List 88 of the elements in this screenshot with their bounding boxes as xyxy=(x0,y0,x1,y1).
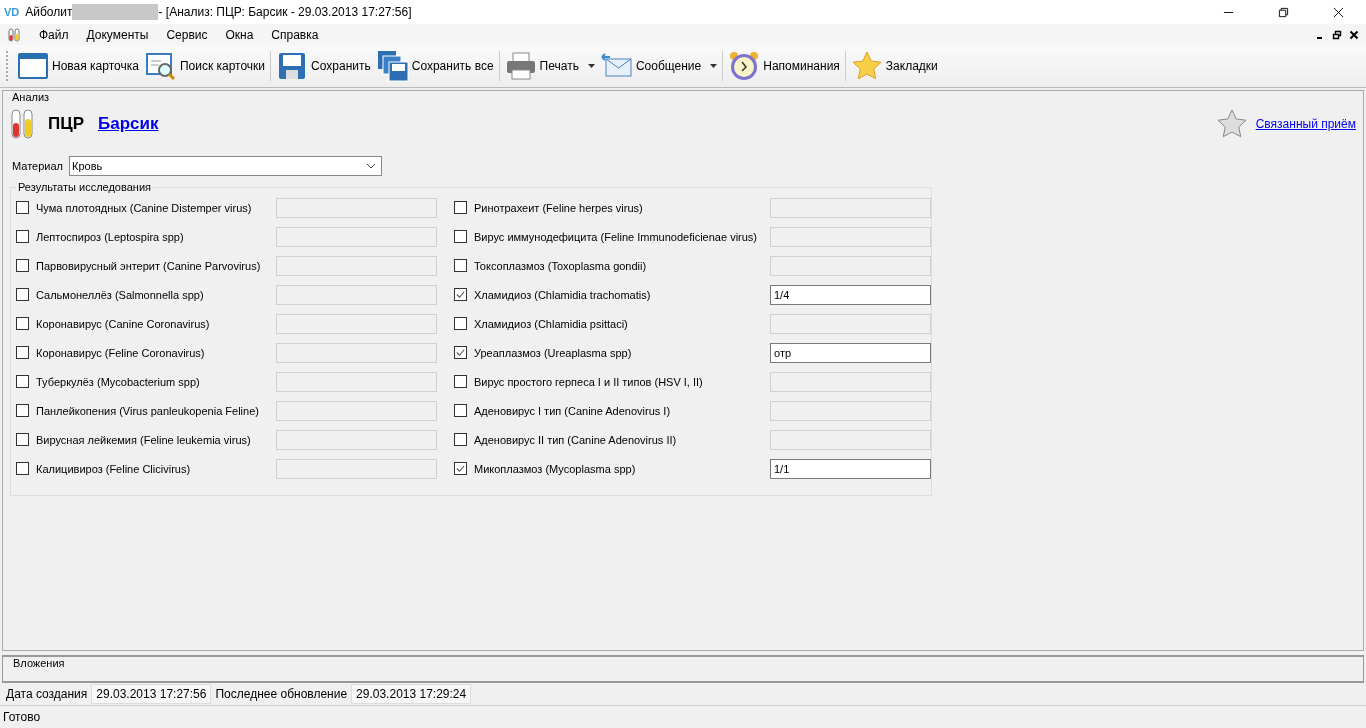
updated-label: Последнее обновление xyxy=(215,687,348,701)
toolbar-button[interactable]: Поиск карточки xyxy=(141,46,269,86)
created-date: 29.03.2013 17:27:56 xyxy=(91,684,212,704)
close-icon[interactable] xyxy=(1333,6,1344,18)
search-icon xyxy=(144,50,177,82)
test-label: Парвовирусный энтерит (Canine Parvovirus) xyxy=(36,259,262,272)
group-title: Результаты исследования xyxy=(17,181,152,193)
test-label: Токсоплазмоз (Toxoplasma gondii) xyxy=(474,259,648,272)
test-label: Вирус иммунодефицита (Feline Immunodeficienae virus) xyxy=(474,230,759,243)
test-label: Панлейкопения (Virus panleukopenia Feline) xyxy=(36,404,260,417)
checkbox[interactable] xyxy=(454,346,467,359)
window-title: - [Анализ: ПЦР: Барсик - 29.03.2013 17:27:56] xyxy=(158,5,412,19)
section-title: Анализ xyxy=(11,91,50,103)
test-label: Хламидиоз (Chlamidia trachomatis) xyxy=(474,288,652,301)
test-label: Коронавирус (Feline Coronavirus) xyxy=(36,346,206,359)
test-label: Сальмонеллёз (Salmonnella spp) xyxy=(36,288,205,301)
printer-icon xyxy=(504,50,537,82)
checkbox[interactable] xyxy=(16,433,29,446)
created-label: Дата создания xyxy=(6,687,88,701)
restore-icon[interactable] xyxy=(1332,29,1342,40)
checkbox[interactable] xyxy=(454,317,467,330)
checkbox[interactable] xyxy=(454,404,467,417)
test-label: Микоплазмоз (Mycoplasma spp) xyxy=(474,462,637,475)
test-label: Ринотрахеит (Feline herpes virus) xyxy=(474,201,644,214)
menu-item[interactable]: Файл xyxy=(30,27,78,42)
checkbox[interactable] xyxy=(454,201,467,214)
app-name: Айболит xyxy=(25,5,73,19)
alarm-clock-icon xyxy=(728,50,761,82)
status-text: Готово xyxy=(3,710,41,724)
test-label: Вирус простого герпеса I и II типов (HSV I, II) xyxy=(474,375,704,388)
test-label: Калицивироз (Feline Clicivirus) xyxy=(36,462,192,475)
app-logo-icon: VD xyxy=(4,6,20,18)
patient-link[interactable]: Барсик xyxy=(98,114,159,134)
result-field[interactable]: 1/4 xyxy=(770,284,931,305)
attachments-title: Вложения xyxy=(12,657,65,669)
checkbox[interactable] xyxy=(16,230,29,243)
checkbox[interactable] xyxy=(454,462,467,475)
checkbox[interactable] xyxy=(454,375,467,388)
star-icon[interactable] xyxy=(1215,108,1248,140)
menu-item[interactable]: Сервис xyxy=(157,27,217,42)
test-label: Чума плотоядных (Canine Distemper virus) xyxy=(36,201,253,214)
related-visit-link[interactable]: Связанный приём xyxy=(1255,117,1356,131)
checkbox[interactable] xyxy=(454,433,467,446)
star-icon xyxy=(850,50,883,82)
caret-icon[interactable] xyxy=(710,64,718,68)
checkbox[interactable] xyxy=(16,201,29,214)
menu-item[interactable]: Окна xyxy=(216,27,263,42)
chevron-down-icon[interactable] xyxy=(366,163,376,169)
caret-icon[interactable] xyxy=(587,64,595,68)
material-label: Материал xyxy=(12,160,63,172)
checkbox[interactable] xyxy=(16,462,29,475)
test-label: Уреаплазмоз (Ureaplasma spp) xyxy=(474,346,633,359)
result-field[interactable]: 1/1 xyxy=(770,458,931,479)
test-label: Коронавирус (Canine Coronavirus) xyxy=(36,317,211,330)
test-label: Лептоспироз (Leptospira spp) xyxy=(36,230,185,243)
toolbar-button[interactable]: Печать xyxy=(501,46,598,86)
test-tubes-icon xyxy=(10,109,34,139)
toolbar-button[interactable]: Закладки xyxy=(847,46,941,86)
test-label: Вирусная лейкемия (Feline leukemia virus) xyxy=(36,433,252,446)
menu-item[interactable]: Документы xyxy=(77,27,158,42)
result-field[interactable]: отр xyxy=(770,342,931,363)
checkbox[interactable] xyxy=(16,288,29,301)
toolbar-button[interactable]: Напоминания xyxy=(725,46,843,86)
menu-item[interactable]: Справка xyxy=(262,27,328,42)
floppy-disks-icon xyxy=(376,50,409,82)
test-label: Туберкулёз (Mycobacterium spp) xyxy=(36,375,201,388)
toolbar-button[interactable]: Сохранить все xyxy=(373,46,497,86)
material-dropdown[interactable]: Кровь xyxy=(69,156,382,176)
checkbox[interactable] xyxy=(16,404,29,417)
checkbox[interactable] xyxy=(16,346,29,359)
analysis-type: ПЦР xyxy=(48,114,84,134)
checkbox[interactable] xyxy=(16,317,29,330)
checkbox[interactable] xyxy=(454,288,467,301)
updated-date: 29.03.2013 17:29:24 xyxy=(351,684,472,704)
close-icon[interactable] xyxy=(1349,29,1359,40)
checkbox[interactable] xyxy=(454,230,467,243)
test-tubes-icon xyxy=(8,27,20,42)
test-label: Хламидиоз (Chlamidia psittaci) xyxy=(474,317,629,330)
toolbar-button[interactable]: Сохранить xyxy=(273,46,374,86)
test-label: Аденовирус I тип (Canine Adenovirus I) xyxy=(474,404,672,417)
checkbox[interactable] xyxy=(16,375,29,388)
window-icon xyxy=(17,50,49,82)
toolbar-button[interactable]: Новая карточка xyxy=(14,46,142,86)
checkbox[interactable] xyxy=(454,259,467,272)
checkbox[interactable] xyxy=(16,259,29,272)
restore-icon[interactable] xyxy=(1278,6,1289,18)
toolbar-button[interactable]: Сообщение xyxy=(597,46,721,86)
test-label: Аденовирус II тип (Canine Adenovirus II) xyxy=(474,433,678,446)
